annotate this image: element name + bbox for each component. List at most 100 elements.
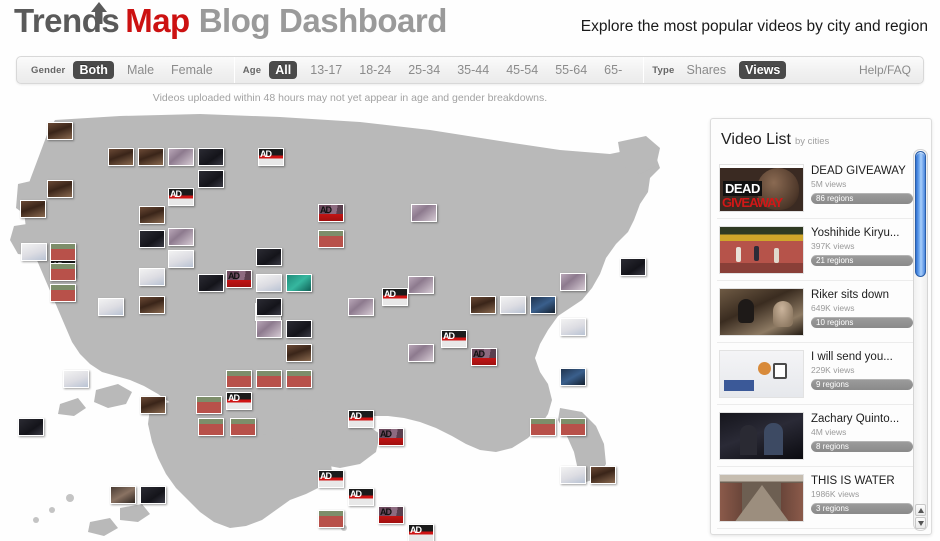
map-marker[interactable] xyxy=(530,418,556,436)
map-marker[interactable] xyxy=(256,248,282,266)
map-marker[interactable] xyxy=(110,486,136,504)
map-marker[interactable] xyxy=(139,296,165,314)
map-marker[interactable] xyxy=(382,288,408,306)
map-marker[interactable] xyxy=(286,344,312,362)
map-marker[interactable] xyxy=(168,148,194,166)
logo-map-word[interactable]: Map xyxy=(125,2,190,39)
scroll-down-button[interactable] xyxy=(915,517,926,529)
video-title[interactable]: DEAD GIVEAWAY xyxy=(811,165,913,178)
scrollbar-thumb[interactable] xyxy=(915,151,926,277)
map-marker[interactable] xyxy=(620,258,646,276)
map-marker[interactable] xyxy=(560,368,586,386)
video-list-items[interactable]: DEAD GIVEAWAY DEAD GIVEAWAY 5M views 86 regi… xyxy=(717,157,915,529)
map-marker[interactable] xyxy=(471,348,497,366)
age-option-13-17[interactable]: 13-17 xyxy=(306,61,346,79)
video-list-item[interactable]: DEAD GIVEAWAY DEAD GIVEAWAY 5M views 86 regi… xyxy=(717,157,915,219)
scroll-up-button[interactable] xyxy=(915,504,926,516)
video-title[interactable]: Zachary Quinto... xyxy=(811,413,913,426)
map-marker[interactable] xyxy=(47,180,73,198)
gender-option-female[interactable]: Female xyxy=(167,61,217,79)
video-list-scrollbar[interactable] xyxy=(913,149,928,531)
map-marker[interactable] xyxy=(230,418,256,436)
map-marker[interactable] xyxy=(198,148,224,166)
video-list-item[interactable]: I will send you... 229K views 9 regions xyxy=(717,343,915,405)
age-option-45-54[interactable]: 45-54 xyxy=(502,61,542,79)
map-marker[interactable] xyxy=(318,230,344,248)
map-marker[interactable] xyxy=(408,524,434,541)
map-marker[interactable] xyxy=(47,122,73,140)
map-marker[interactable] xyxy=(408,276,434,294)
video-list-item[interactable]: Zachary Quinto... 4M views 8 regions xyxy=(717,405,915,467)
map-marker[interactable] xyxy=(441,330,467,348)
map-marker[interactable] xyxy=(226,370,252,388)
map-marker[interactable] xyxy=(196,396,222,414)
video-list-item[interactable]: Yoshihide Kiryu... 397K views 21 regions xyxy=(717,219,915,281)
map-marker[interactable] xyxy=(226,392,252,410)
map-marker[interactable] xyxy=(108,148,134,166)
map-marker[interactable] xyxy=(50,263,76,281)
map-marker[interactable] xyxy=(98,298,124,316)
logo-blog-word[interactable]: Blog xyxy=(199,2,271,39)
video-list-item[interactable]: THIS IS WATER 1986K views 3 regions xyxy=(717,467,915,529)
video-thumbnail[interactable] xyxy=(719,226,804,274)
map-marker[interactable] xyxy=(348,410,374,428)
map-marker[interactable] xyxy=(256,370,282,388)
video-title[interactable]: I will send you... xyxy=(811,351,913,364)
map-marker[interactable] xyxy=(318,470,344,488)
map-marker[interactable] xyxy=(560,273,586,291)
map-marker[interactable] xyxy=(286,370,312,388)
map-marker[interactable] xyxy=(530,296,556,314)
age-option-65-plus[interactable]: 65- xyxy=(600,61,626,79)
map-marker[interactable] xyxy=(18,418,44,436)
type-option-shares[interactable]: Shares xyxy=(683,61,731,79)
map-marker[interactable] xyxy=(378,428,404,446)
map-marker[interactable] xyxy=(139,268,165,286)
map-marker[interactable] xyxy=(256,298,282,316)
map-marker[interactable] xyxy=(470,296,496,314)
gender-option-male[interactable]: Male xyxy=(123,61,158,79)
map-marker[interactable] xyxy=(138,148,164,166)
logo-dashboard-word[interactable]: Dashboard xyxy=(279,2,447,39)
map-marker[interactable] xyxy=(590,466,616,484)
map-marker[interactable] xyxy=(318,510,344,528)
video-thumbnail[interactable]: DEAD GIVEAWAY xyxy=(719,164,804,212)
video-title[interactable]: THIS IS WATER xyxy=(811,475,913,488)
age-option-25-34[interactable]: 25-34 xyxy=(404,61,444,79)
map-marker[interactable] xyxy=(258,148,284,166)
video-thumbnail[interactable] xyxy=(719,474,804,522)
map-marker[interactable] xyxy=(560,418,586,436)
map-marker[interactable] xyxy=(348,488,374,506)
video-thumbnail[interactable] xyxy=(719,350,804,398)
age-option-35-44[interactable]: 35-44 xyxy=(453,61,493,79)
map-marker[interactable] xyxy=(500,296,526,314)
map-marker[interactable] xyxy=(198,170,224,188)
map-marker[interactable] xyxy=(256,320,282,338)
video-title[interactable]: Riker sits down xyxy=(811,289,913,302)
gender-option-both[interactable]: Both xyxy=(73,61,114,79)
map-marker[interactable] xyxy=(50,284,76,302)
map-marker[interactable] xyxy=(226,270,252,288)
map-marker[interactable] xyxy=(198,418,224,436)
map-marker[interactable] xyxy=(168,250,194,268)
map-marker[interactable] xyxy=(140,486,166,504)
video-thumbnail[interactable] xyxy=(719,412,804,460)
map-marker[interactable] xyxy=(139,230,165,248)
help-faq-link[interactable]: Help/FAQ xyxy=(859,63,911,77)
map-marker[interactable] xyxy=(50,243,76,261)
us-map-container[interactable] xyxy=(0,108,706,541)
map-marker[interactable] xyxy=(21,243,47,261)
age-option-55-64[interactable]: 55-64 xyxy=(551,61,591,79)
video-thumbnail[interactable] xyxy=(719,288,804,336)
video-title[interactable]: Yoshihide Kiryu... xyxy=(811,227,913,240)
map-marker[interactable] xyxy=(20,200,46,218)
map-marker[interactable] xyxy=(168,228,194,246)
map-marker[interactable] xyxy=(198,274,224,292)
map-marker[interactable] xyxy=(348,298,374,316)
map-marker[interactable] xyxy=(411,204,437,222)
map-marker[interactable] xyxy=(318,204,344,222)
map-marker[interactable] xyxy=(378,506,404,524)
age-option-18-24[interactable]: 18-24 xyxy=(355,61,395,79)
type-option-views[interactable]: Views xyxy=(739,61,787,79)
age-option-all[interactable]: All xyxy=(269,61,298,79)
map-marker[interactable] xyxy=(63,370,89,388)
